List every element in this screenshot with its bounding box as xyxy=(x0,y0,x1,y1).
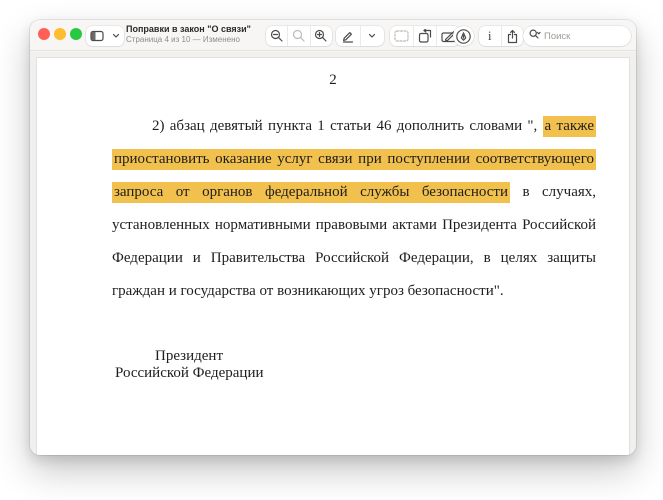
tools-button-group xyxy=(390,26,460,46)
document-page: 2 2) абзац девятый пункта 1 статьи 46 до… xyxy=(36,57,630,455)
share-icon xyxy=(507,29,517,43)
minimize-button[interactable] xyxy=(54,28,66,40)
page-number: 2 xyxy=(329,72,337,88)
toolbar: Поправки в закон "О связи" Страница 4 из… xyxy=(30,20,636,51)
selection-tool-button[interactable] xyxy=(390,26,413,46)
share-button[interactable] xyxy=(500,26,524,46)
document-viewport[interactable]: 2 2) абзац девятый пункта 1 статьи 46 до… xyxy=(30,52,636,455)
magnifier-minus-icon xyxy=(270,29,283,42)
info-button[interactable]: i xyxy=(479,26,501,46)
magnifier-plus-icon xyxy=(315,29,327,42)
dashed-selection-icon xyxy=(394,30,409,42)
rotate-icon xyxy=(418,29,431,43)
search-field[interactable] xyxy=(523,26,631,46)
signature-block: Президент Российской Федерации xyxy=(115,348,629,382)
magnifier-icon xyxy=(292,29,305,42)
signature-title: Президент xyxy=(155,348,223,364)
chevron-down-icon xyxy=(369,33,376,38)
preview-window: Поправки в закон "О связи" Страница 4 из… xyxy=(30,20,636,455)
paragraph-line: Федерации и Правительства Российской Фед… xyxy=(112,250,596,266)
window-subtitle: Страница 4 из 10 — Изменено xyxy=(126,35,240,45)
pen-style-dropdown[interactable] xyxy=(359,26,385,46)
sidebar-toggle-button[interactable] xyxy=(86,26,124,46)
fullscreen-button[interactable] xyxy=(70,28,82,40)
rotate-button[interactable] xyxy=(412,26,437,46)
highlighter-nib-icon xyxy=(456,28,471,44)
search-icon xyxy=(529,27,541,45)
zoom-in-button[interactable] xyxy=(309,26,332,46)
marker-pen-icon xyxy=(336,26,360,46)
zoom-actual-size-button[interactable] xyxy=(287,26,309,46)
highlighted-text: приостановить оказание услуг связи при п… xyxy=(112,149,596,170)
highlighted-text: запроса от органов федеральной службы бе… xyxy=(112,182,510,203)
paragraph-line: приостановить оказание услуг связи при п… xyxy=(112,143,596,176)
info-icon: i xyxy=(488,28,492,43)
paragraph-line: запроса от органов федеральной службы бе… xyxy=(112,176,596,209)
highlighted-text: а также xyxy=(542,116,596,137)
paragraph-line: граждан и государства от возникающих угр… xyxy=(112,283,504,299)
paragraph-line: 2) абзац девятый пункта 1 статьи 46 допо… xyxy=(112,110,596,143)
highlight-button[interactable] xyxy=(453,26,474,46)
paragraph: 2) абзац девятый пункта 1 статьи 46 допо… xyxy=(112,110,596,308)
window-title-block: Поправки в закон "О связи" Страница 4 из… xyxy=(126,24,251,45)
markup-pen-button[interactable] xyxy=(336,26,384,46)
paragraph-line: установленных нормативными правовыми акт… xyxy=(112,217,596,233)
chevron-down-icon xyxy=(112,33,120,39)
sidebar-toggle-icon xyxy=(90,30,104,42)
signature-subtitle: Российской Федерации xyxy=(115,365,264,381)
info-share-group: i xyxy=(479,26,523,46)
zoom-out-button[interactable] xyxy=(266,26,287,46)
zoom-button-group xyxy=(266,26,332,46)
search-input[interactable] xyxy=(544,30,604,42)
window-title: Поправки в закон "О связи" xyxy=(126,24,251,34)
close-button[interactable] xyxy=(38,28,50,40)
